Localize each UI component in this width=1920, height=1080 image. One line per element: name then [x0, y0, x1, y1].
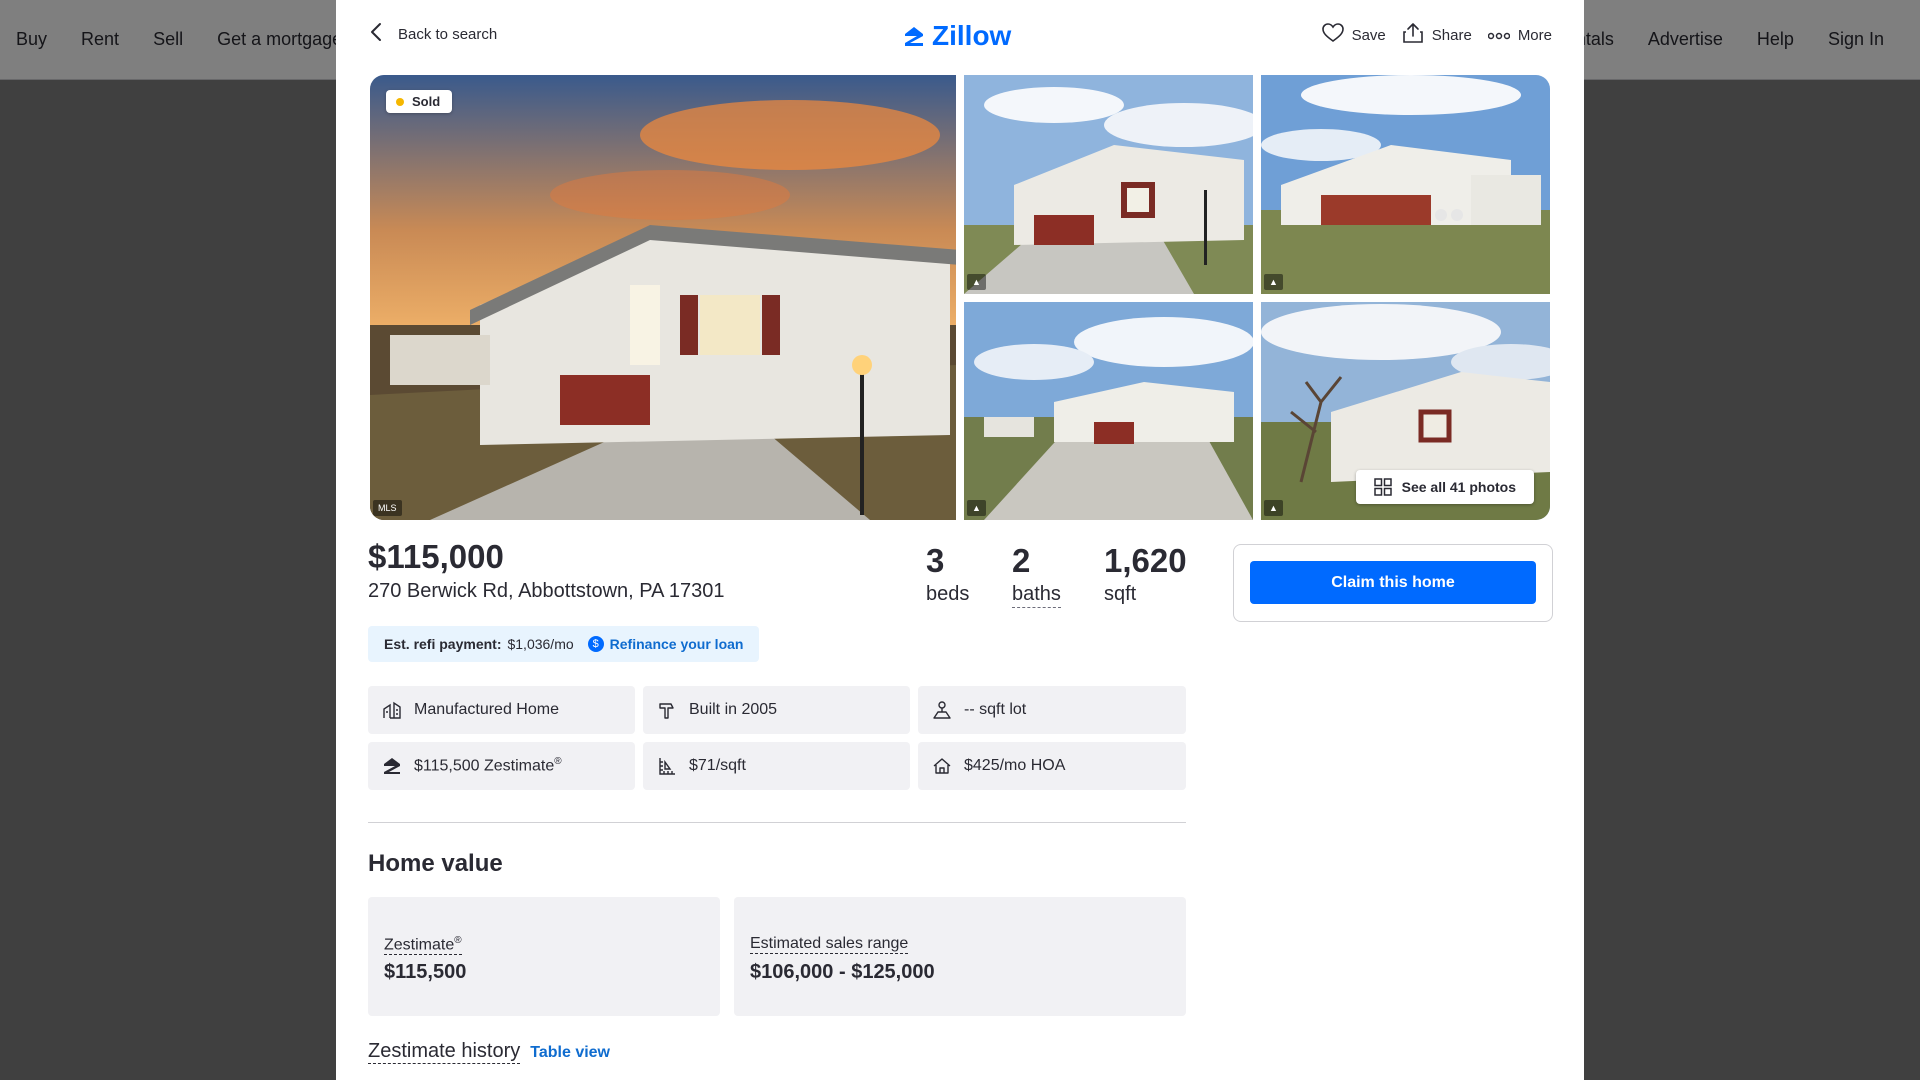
zestimate-history-header: Zestimate history Table view: [368, 1040, 610, 1064]
listing-actions: Save Share More: [1321, 22, 1552, 48]
see-all-photos-label: See all 41 photos: [1401, 479, 1516, 495]
mls-watermark: ▲: [1264, 500, 1283, 516]
home-type-icon: [382, 700, 402, 720]
status-badge: Sold: [386, 90, 453, 113]
lot-size-icon: [932, 700, 952, 720]
mls-watermark: ▲: [967, 500, 986, 516]
status-dot-icon: [396, 97, 404, 106]
sales-range-label[interactable]: Estimated sales range: [750, 935, 909, 954]
sqft-label: sqft: [1104, 583, 1137, 605]
zestimate-icon: [382, 756, 402, 776]
grid-icon: [1373, 478, 1392, 496]
gallery-photo-2[interactable]: ▲: [1261, 75, 1550, 294]
gallery-photo-4[interactable]: ▲ See all 41 photos: [1261, 302, 1550, 520]
chevron-left-icon: [370, 22, 382, 47]
mls-watermark: MLS: [373, 500, 402, 516]
zestimate-label-text: Zestimate: [384, 936, 455, 954]
zestimate-value: $115,500: [384, 961, 467, 983]
modal-top-bar: Back to search Zillow Save Share More: [336, 0, 1584, 75]
baths-label[interactable]: baths: [1012, 581, 1061, 608]
zestimate-card: Zestimate® $115,500: [368, 897, 720, 1016]
key-facts-grid: Manufactured Home Built in 2005 -- sqft …: [368, 686, 1186, 790]
share-icon: [1402, 22, 1424, 48]
fact-home-type: Manufactured Home: [368, 686, 635, 734]
more-button[interactable]: More: [1487, 26, 1552, 44]
main-photo[interactable]: Sold MLS: [370, 75, 956, 520]
hammer-icon: [657, 700, 677, 720]
zestimate-history-title[interactable]: Zestimate history: [368, 1040, 521, 1064]
registered-mark: ®: [454, 935, 462, 946]
listing-price: $115,000: [368, 538, 504, 575]
sales-range-value: $106,000 - $125,000: [750, 961, 935, 983]
zestimate-label[interactable]: Zestimate®: [384, 935, 462, 956]
year-built-value: Built in 2005: [689, 701, 778, 718]
refi-label: Est. refi payment:: [384, 636, 502, 652]
home-value-title: Home value: [368, 850, 503, 877]
ruler-icon: [657, 756, 677, 776]
back-to-search-button[interactable]: Back to search: [370, 22, 497, 47]
refi-value: $1,036/mo: [507, 636, 574, 652]
dollar-icon: $: [587, 636, 604, 652]
sqft-value: 1,620: [1104, 542, 1187, 579]
photo-gallery: Sold MLS ▲ ▲ ▲ ▲ See all 41 photos: [370, 75, 1550, 520]
home-type-value: Manufactured Home: [414, 701, 559, 718]
gallery-photo-3[interactable]: ▲: [964, 302, 1253, 520]
zestimate-fact-text: $115,500 Zestimate®: [414, 756, 562, 775]
claim-this-home-button[interactable]: Claim this home: [1250, 561, 1536, 604]
zestimate-fact-value: $115,500 Zestimate: [414, 757, 555, 775]
beds-label: beds: [926, 583, 970, 605]
back-to-search-label: Back to search: [398, 26, 498, 43]
sales-range-card: Estimated sales range $106,000 - $125,00…: [734, 897, 1186, 1016]
hoa-value: $425/mo HOA: [964, 757, 1066, 774]
refi-payment-banner: Est. refi payment: $1,036/mo $ Refinance…: [368, 626, 760, 662]
save-button[interactable]: Save: [1321, 23, 1386, 47]
table-view-link[interactable]: Table view: [530, 1044, 610, 1062]
mls-watermark: ▲: [1264, 274, 1283, 290]
zillow-z-icon: [905, 27, 923, 46]
fact-lot-size: -- sqft lot: [918, 686, 1186, 734]
lot-size-value: -- sqft lot: [964, 701, 1027, 718]
share-label: Share: [1431, 26, 1472, 44]
logo-text: Zillow: [932, 20, 1012, 51]
section-divider: [368, 822, 1186, 823]
beds-stat: 3 beds: [926, 541, 969, 607]
see-all-photos-button[interactable]: See all 41 photos: [1355, 470, 1534, 504]
status-badge-label: Sold: [412, 94, 441, 109]
gallery-photo-1[interactable]: ▲: [964, 75, 1253, 294]
fact-hoa: $425/mo HOA: [918, 742, 1186, 790]
share-button[interactable]: Share: [1402, 22, 1472, 48]
price-per-sqft-value: $71/sqft: [689, 757, 746, 774]
baths-value: 2: [1012, 542, 1031, 579]
save-label: Save: [1351, 26, 1386, 44]
ellipsis-icon: [1487, 27, 1511, 44]
heart-icon: [1321, 23, 1344, 47]
zillow-logo[interactable]: Zillow: [902, 20, 1011, 52]
registered-mark: ®: [554, 756, 562, 768]
fact-zestimate: $115,500 Zestimate®: [368, 742, 635, 790]
baths-stat[interactable]: 2 baths: [1012, 541, 1061, 608]
beds-value: 3: [926, 542, 945, 579]
listing-modal: Back to search Zillow Save Share More So…: [336, 0, 1584, 1080]
fact-year-built: Built in 2005: [643, 686, 910, 734]
hoa-icon: [932, 756, 952, 776]
listing-address: 270 Berwick Rd, Abbottstown, PA 17301: [368, 580, 725, 602]
mls-watermark: ▲: [967, 274, 986, 290]
refinance-link[interactable]: Refinance your loan: [610, 636, 744, 652]
claim-home-card: Claim this home: [1233, 544, 1553, 622]
more-label: More: [1517, 26, 1552, 44]
fact-price-per-sqft: $71/sqft: [643, 742, 910, 790]
sqft-stat: 1,620 sqft: [1104, 541, 1187, 607]
